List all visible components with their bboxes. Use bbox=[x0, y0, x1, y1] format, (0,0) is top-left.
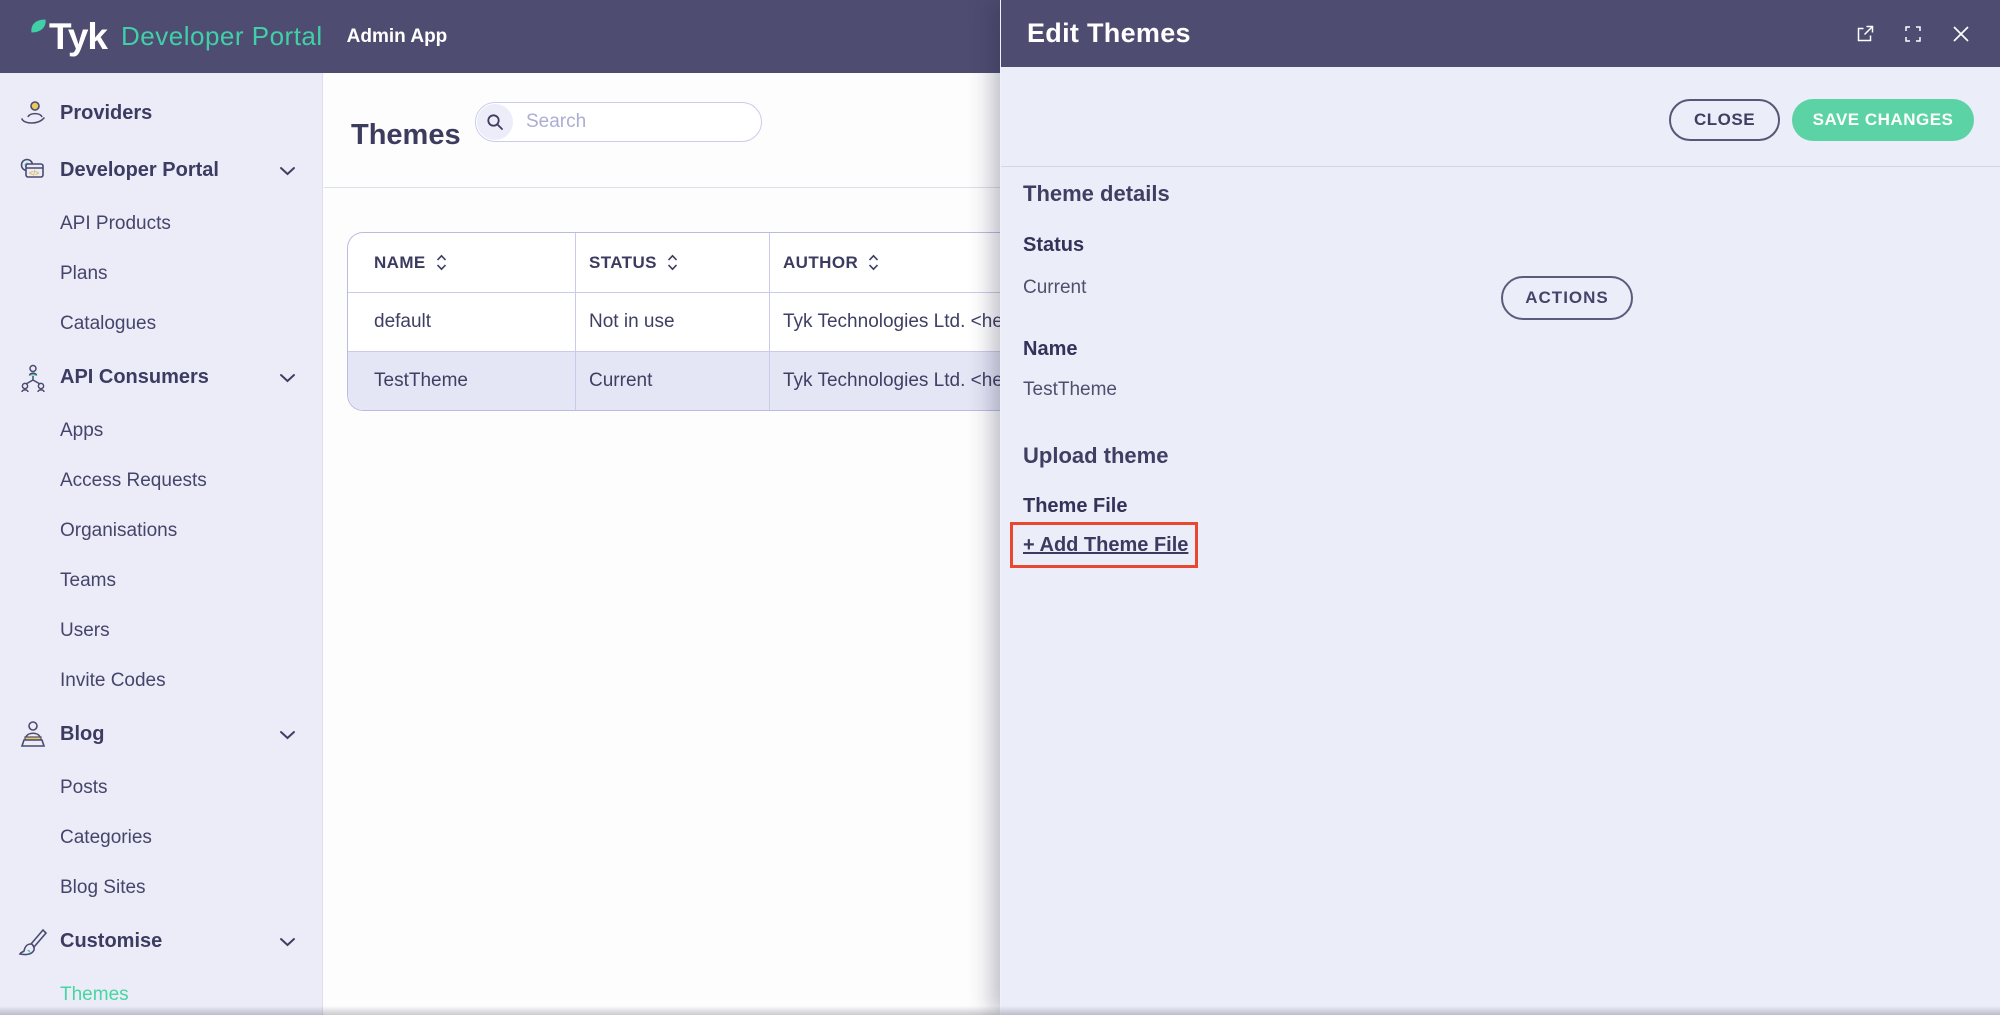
sort-icon[interactable] bbox=[667, 254, 678, 271]
actions-button[interactable]: ACTIONS bbox=[1501, 276, 1633, 320]
chevron-down-icon[interactable] bbox=[279, 373, 296, 383]
search-box[interactable] bbox=[475, 102, 762, 142]
cell-name: default bbox=[374, 311, 432, 332]
sidebar-item-label: Blog Sites bbox=[60, 877, 146, 898]
sidebar-item-label: Blog bbox=[60, 723, 105, 745]
sidebar-item-customise[interactable]: Customise bbox=[0, 913, 322, 970]
sidebar-item-api-products[interactable]: API Products bbox=[0, 199, 322, 249]
sidebar-item-organisations[interactable]: Organisations bbox=[0, 506, 322, 556]
sidebar-item-label: Access Requests bbox=[60, 470, 207, 491]
save-changes-button[interactable]: SAVE CHANGES bbox=[1792, 99, 1974, 141]
sidebar-item-invite-codes[interactable]: Invite Codes bbox=[0, 656, 322, 706]
logo-text: Tyk bbox=[49, 15, 108, 57]
sidebar-item-apps[interactable]: Apps bbox=[0, 406, 322, 456]
sidebar-item-catalogues[interactable]: Catalogues bbox=[0, 299, 322, 349]
sidebar-item-label: Categories bbox=[60, 827, 152, 848]
sidebar-item-label: Themes bbox=[60, 984, 129, 1005]
external-link-icon bbox=[1857, 25, 1874, 41]
chevron-down-icon[interactable] bbox=[279, 166, 296, 176]
sort-icon[interactable] bbox=[436, 254, 447, 271]
close-panel-button[interactable] bbox=[1950, 23, 1972, 45]
sidebar-item-blog[interactable]: Blog bbox=[0, 706, 322, 763]
chevron-down-icon[interactable] bbox=[279, 937, 296, 947]
sidebar-item-label: Teams bbox=[60, 570, 116, 591]
app-screen: Tyk Developer Portal Admin App Providers… bbox=[0, 0, 2000, 1015]
sidebar-item-providers[interactable]: Providers bbox=[0, 85, 322, 142]
theme-file-label: Theme File bbox=[1023, 495, 1128, 517]
sidebar-item-label: Plans bbox=[60, 263, 108, 284]
search-input[interactable] bbox=[513, 111, 736, 133]
sidebar-item-blog-sites[interactable]: Blog Sites bbox=[0, 863, 322, 913]
sidebar-item-label: Users bbox=[60, 620, 110, 641]
sidebar-item-label: Customise bbox=[60, 930, 163, 952]
sidebar-item-label: Developer Portal bbox=[60, 159, 219, 181]
sidebar-item-label: Organisations bbox=[60, 520, 178, 541]
name-value: TestTheme bbox=[1023, 379, 1117, 400]
blog-icon bbox=[20, 720, 46, 747]
sort-icon[interactable] bbox=[868, 254, 879, 271]
sidebar-item-teams[interactable]: Teams bbox=[0, 556, 322, 606]
status-label: Status bbox=[1023, 234, 1085, 256]
sidebar-item-developer-portal[interactable]: </> Developer Portal bbox=[0, 142, 322, 199]
panel-header: Edit Themes bbox=[1001, 0, 2000, 67]
tyk-logo: Tyk Developer Portal bbox=[30, 16, 323, 58]
logo-subtitle: Developer Portal bbox=[121, 21, 323, 51]
sidebar-item-label: API Consumers bbox=[60, 366, 209, 388]
column-header-name[interactable]: NAME bbox=[348, 233, 575, 292]
open-in-new-tab-button[interactable] bbox=[1854, 23, 1876, 45]
cell-status: Current bbox=[575, 352, 769, 410]
sidebar-item-categories[interactable]: Categories bbox=[0, 813, 322, 863]
sidebar-nav: Providers </> Developer Portal API Produ… bbox=[0, 73, 323, 1015]
search-icon-circle bbox=[477, 104, 513, 140]
close-icon bbox=[1953, 25, 1969, 42]
edit-themes-panel: Edit Themes CLOSE SAVE CHANGES Theme det… bbox=[1000, 0, 2000, 1015]
sidebar-item-plans[interactable]: Plans bbox=[0, 249, 322, 299]
page-title: Themes bbox=[351, 119, 461, 152]
sidebar-item-users[interactable]: Users bbox=[0, 606, 322, 656]
search-icon bbox=[487, 114, 503, 130]
developer-portal-icon: </> bbox=[20, 158, 44, 178]
sidebar-item-posts[interactable]: Posts bbox=[0, 763, 322, 813]
cell-name: TestTheme bbox=[374, 370, 468, 391]
sidebar-item-api-consumers[interactable]: API Consumers bbox=[0, 349, 322, 406]
sidebar-item-label: API Products bbox=[60, 213, 171, 234]
column-header-status[interactable]: STATUS bbox=[575, 233, 769, 292]
app-name-label: Admin App bbox=[346, 25, 448, 47]
tyk-leaf-icon bbox=[31, 19, 46, 32]
sidebar-item-label: Providers bbox=[60, 102, 153, 124]
expand-panel-button[interactable] bbox=[1902, 23, 1924, 45]
panel-divider bbox=[1001, 166, 2000, 167]
theme-details-heading: Theme details bbox=[1023, 181, 1170, 206]
upload-theme-heading: Upload theme bbox=[1023, 443, 1169, 468]
panel-title: Edit Themes bbox=[1027, 18, 1191, 48]
providers-icon bbox=[21, 100, 45, 124]
fullscreen-icon bbox=[1905, 25, 1921, 42]
annotation-highlight-box: + Add Theme File bbox=[1010, 522, 1198, 568]
name-label: Name bbox=[1023, 338, 1078, 360]
svg-text:</>: </> bbox=[29, 170, 39, 177]
close-button[interactable]: CLOSE bbox=[1669, 99, 1780, 141]
sidebar-item-access-requests[interactable]: Access Requests bbox=[0, 456, 322, 506]
sidebar-item-label: Catalogues bbox=[60, 313, 157, 334]
sidebar-item-label: Invite Codes bbox=[60, 670, 166, 691]
add-theme-file-link[interactable]: + Add Theme File bbox=[1023, 534, 1188, 557]
panel-header-icons bbox=[1854, 0, 1972, 67]
sidebar-item-label: Posts bbox=[60, 777, 108, 798]
sidebar-item-themes[interactable]: Themes bbox=[0, 970, 322, 1015]
customise-icon bbox=[18, 928, 48, 955]
sidebar-item-label: Apps bbox=[60, 420, 104, 441]
cell-status: Not in use bbox=[575, 293, 769, 351]
chevron-down-icon[interactable] bbox=[279, 730, 296, 740]
status-value: Current bbox=[1023, 277, 1087, 298]
api-consumers-icon bbox=[21, 364, 45, 392]
